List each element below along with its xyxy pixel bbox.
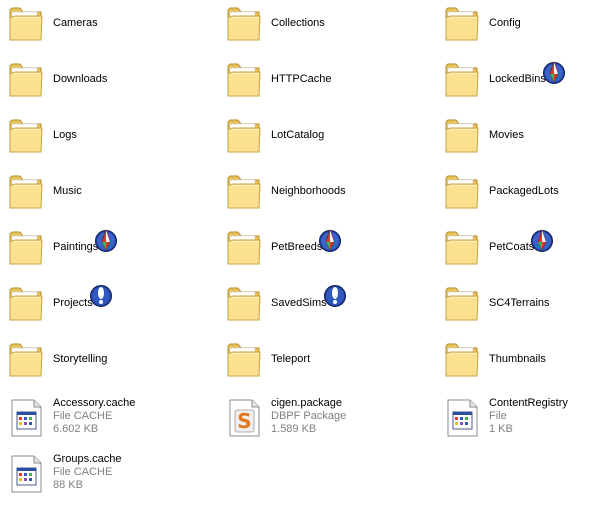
folder-downloads[interactable]: Downloads: [4, 56, 204, 106]
folder-icon: [226, 116, 266, 160]
cache-file-icon: [8, 398, 48, 442]
file-type: File CACHE: [53, 410, 113, 422]
folder-thumbnails[interactable]: Thumbnails: [440, 336, 600, 386]
file-accessory-cache[interactable]: Accessory.cache File CACHE 6.602 KB: [4, 394, 204, 444]
folder-name: SC4Terrains: [489, 297, 550, 309]
file-name: cigen.package: [271, 397, 342, 409]
sims-plumbob-badge-icon: [318, 228, 342, 252]
sims-plumbob-badge-icon: [94, 228, 118, 252]
folder-name: Cameras: [53, 17, 98, 29]
folder-savedsims[interactable]: SavedSims: [222, 280, 422, 330]
sims-plumbob-badge-icon: [530, 228, 554, 252]
folder-icon: [444, 4, 484, 48]
folder-neighborhoods[interactable]: Neighborhoods: [222, 168, 422, 218]
folder-icon: [8, 228, 48, 272]
folder-name: Config: [489, 17, 521, 29]
folder-name: LockedBins: [489, 73, 546, 85]
folder-name: Music: [53, 185, 82, 197]
file-groups-cache[interactable]: Groups.cache File CACHE 88 KB: [4, 450, 204, 500]
folder-name: Collections: [271, 17, 325, 29]
folder-cameras[interactable]: Cameras: [4, 0, 204, 50]
folder-projects[interactable]: Projects: [4, 280, 204, 330]
folder-icon: [444, 228, 484, 272]
folder-icon: [8, 60, 48, 104]
folder-name: PetCoats: [489, 241, 535, 253]
folder-icon: [8, 284, 48, 328]
folder-name: Movies: [489, 129, 524, 141]
folder-sc4terrains[interactable]: SC4Terrains: [440, 280, 600, 330]
folder-name: PackagedLots: [489, 185, 559, 197]
folder-name: Thumbnails: [489, 353, 546, 365]
folder-name: SavedSims: [271, 297, 327, 309]
file-name: ContentRegistry: [489, 397, 568, 409]
folder-name: Downloads: [53, 73, 108, 85]
file-size: 1 KB: [489, 423, 513, 435]
folder-icon: [444, 284, 484, 328]
folder-icon: [226, 60, 266, 104]
file-contentregistry[interactable]: ContentRegistry File 1 KB: [440, 394, 600, 444]
sims-exclamation-badge-icon: [323, 284, 347, 308]
folder-petcoats[interactable]: PetCoats: [440, 224, 600, 274]
folder-icon: [8, 340, 48, 384]
sims-exclamation-badge-icon: [89, 284, 113, 308]
folder-name: HTTPCache: [271, 73, 332, 85]
folder-icon: [226, 228, 266, 272]
folder-icon: [8, 4, 48, 48]
folder-name: LotCatalog: [271, 129, 325, 141]
file-name: Accessory.cache: [53, 397, 136, 409]
folder-teleport[interactable]: Teleport: [222, 336, 422, 386]
file-type: File: [489, 410, 507, 422]
folder-petbreeds[interactable]: PetBreeds: [222, 224, 422, 274]
folder-icon: [226, 284, 266, 328]
file-size: 1.589 KB: [271, 423, 317, 435]
folder-icon: [444, 172, 484, 216]
file-type: DBPF Package: [271, 410, 347, 422]
file-name: Groups.cache: [53, 453, 122, 465]
package-file-icon: S: [226, 398, 266, 442]
folder-storytelling[interactable]: Storytelling: [4, 336, 204, 386]
svg-text:S: S: [237, 409, 251, 433]
folder-name: Teleport: [271, 353, 311, 365]
folder-icon: [444, 116, 484, 160]
folder-lockedbins[interactable]: LockedBins: [440, 56, 600, 106]
folder-logs[interactable]: Logs: [4, 112, 204, 162]
folder-name: Neighborhoods: [271, 185, 346, 197]
folder-collections[interactable]: Collections: [222, 0, 422, 50]
file-size: 88 KB: [53, 479, 83, 491]
folder-name: Projects: [53, 297, 93, 309]
file-size: 6.602 KB: [53, 423, 99, 435]
folder-httpcache[interactable]: HTTPCache: [222, 56, 422, 106]
folder-icon: [226, 340, 266, 384]
file-type: File CACHE: [53, 466, 113, 478]
cache-file-icon: [8, 454, 48, 498]
folder-icon: [444, 340, 484, 384]
folder-name: Paintings: [53, 241, 99, 253]
folder-icon: [8, 172, 48, 216]
file-cigen-package[interactable]: S cigen.package DBPF Package 1.589 KB: [222, 394, 422, 444]
folder-name: PetBreeds: [271, 241, 323, 253]
file-view: Cameras Collections Config Downloads HTT…: [0, 0, 600, 515]
folder-config[interactable]: Config: [440, 0, 600, 50]
folder-music[interactable]: Music: [4, 168, 204, 218]
cache-file-icon: [444, 398, 484, 442]
folder-movies[interactable]: Movies: [440, 112, 600, 162]
sims-plumbob-badge-icon: [542, 60, 566, 84]
folder-icon: [444, 60, 484, 104]
folder-name: Logs: [53, 129, 77, 141]
folder-icon: [226, 4, 266, 48]
folder-icon: [226, 172, 266, 216]
folder-paintings[interactable]: Paintings: [4, 224, 204, 274]
folder-name: Storytelling: [53, 353, 108, 365]
folder-packagedlots[interactable]: PackagedLots: [440, 168, 600, 218]
folder-icon: [8, 116, 48, 160]
folder-lotcatalog[interactable]: LotCatalog: [222, 112, 422, 162]
